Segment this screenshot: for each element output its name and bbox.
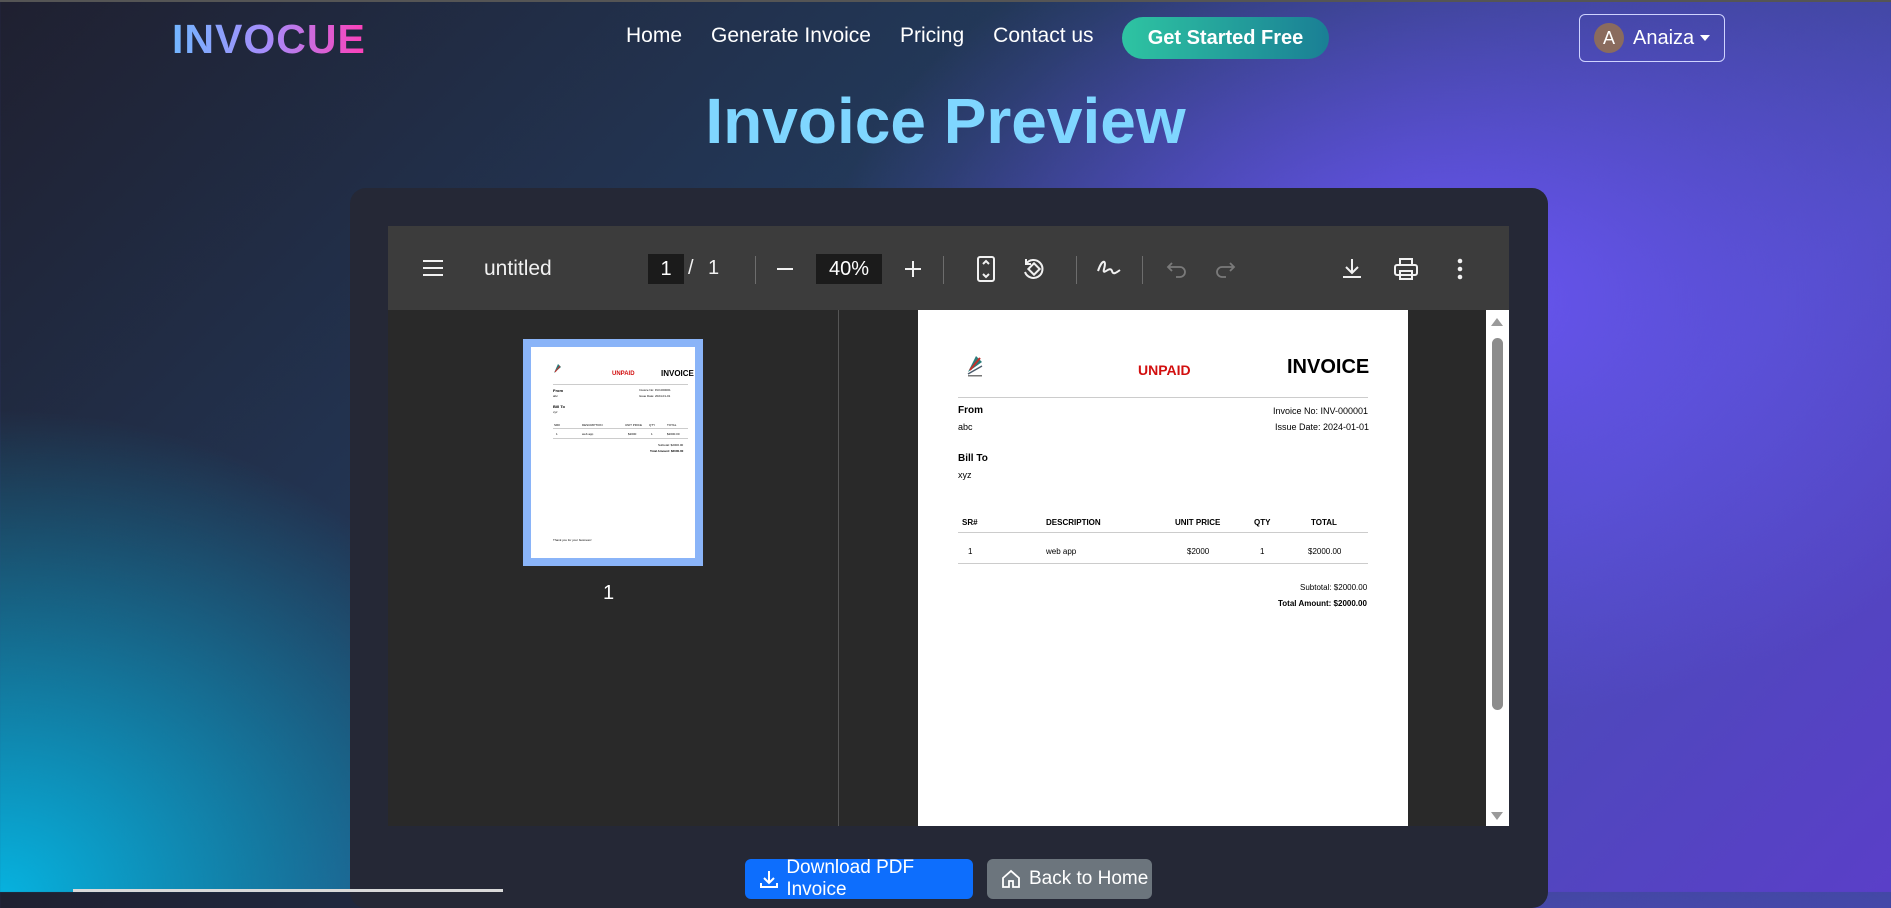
menu-icon[interactable]	[422, 258, 444, 278]
subtotal: Subtotal: $2000.00	[1300, 583, 1368, 592]
print-icon[interactable]	[1393, 257, 1419, 281]
user-menu-dropdown[interactable]: A Anaiza	[1579, 14, 1725, 62]
thumb-col-total: TOTAL	[667, 423, 677, 427]
thumbnail-sidebar: UNPAID INVOICE From Invoice No: INV-0000…	[388, 310, 839, 826]
col-qty: QTY	[1254, 518, 1271, 527]
download-pdf-label: Download PDF Invoice	[786, 857, 915, 900]
table-header-divider	[958, 532, 1368, 533]
thumb-subtotal: Subtotal: $2000.00	[658, 443, 684, 447]
thumb-invoice-no: Invoice No: INV-000001	[639, 388, 671, 392]
thumb-col-sr: SR#	[554, 423, 560, 427]
user-name: Anaiza	[1633, 26, 1695, 49]
vertical-scrollbar[interactable]	[1486, 310, 1509, 826]
scrollbar-thumb[interactable]	[1492, 338, 1503, 710]
page-thumbnail[interactable]: UNPAID INVOICE From Invoice No: INV-0000…	[523, 339, 703, 566]
thumb-bill-to-label: Bill To	[553, 404, 565, 409]
logo-icon	[554, 364, 561, 373]
zoom-out-icon[interactable]	[775, 259, 795, 279]
rotate-icon[interactable]	[1021, 256, 1047, 282]
nav-link-generate-invoice[interactable]: Generate Invoice	[711, 24, 871, 48]
annotate-icon[interactable]	[1096, 257, 1122, 281]
thumb-col-description: DESCRIPTION	[582, 423, 603, 427]
cell-qty: 1	[1260, 547, 1265, 556]
thumbnail-page-number: 1	[603, 582, 615, 604]
page-title: Invoice Preview	[705, 85, 1186, 157]
back-to-home-button[interactable]: Back to Home	[987, 859, 1152, 899]
thumb-issue-date: Issue Date: 2024-01-01	[639, 394, 671, 398]
fit-page-icon[interactable]	[976, 256, 996, 282]
scroll-up-icon[interactable]	[1491, 318, 1503, 326]
bill-to-value: xyz	[958, 470, 972, 480]
cell-unit-price: $2000	[1187, 547, 1210, 556]
from-value: abc	[958, 422, 973, 432]
navbar: INVOCUE Home Generate Invoice Pricing Co…	[0, 0, 1891, 72]
caret-down-icon	[1700, 35, 1711, 41]
col-unit-price: UNIT PRICE	[1175, 518, 1221, 527]
get-started-button[interactable]: Get Started Free	[1122, 17, 1329, 59]
nav-link-pricing[interactable]: Pricing	[900, 24, 964, 48]
thumb-cell-qty: 1	[651, 432, 653, 436]
cell-sr: 1	[968, 547, 973, 556]
thumb-total: Total Amount: $2000.00	[650, 449, 684, 453]
nav-link-contact[interactable]: Contact us	[993, 24, 1093, 48]
total-amount: Total Amount: $2000.00	[1278, 599, 1367, 608]
download-icon	[760, 871, 778, 888]
invoice-number: Invoice No: INV-000001	[1273, 406, 1369, 416]
page-number-input[interactable]: 1	[648, 254, 684, 284]
document-title: untitled	[484, 257, 552, 280]
pdf-main-area: UNPAID INVOICE From abc Invoice No: INV-…	[839, 310, 1509, 826]
toolbar-divider	[1076, 256, 1077, 284]
total-pages: 1	[708, 257, 720, 279]
thumb-col-qty: QTY	[649, 423, 656, 427]
from-label: From	[958, 405, 983, 416]
avatar: A	[1594, 23, 1624, 53]
col-description: DESCRIPTION	[1046, 518, 1101, 527]
page-separator: /	[688, 257, 694, 279]
thumb-heading: INVOICE	[661, 369, 694, 378]
brand-logo[interactable]: INVOCUE	[172, 16, 366, 63]
nav-link-home[interactable]: Home	[626, 24, 682, 48]
toolbar-divider	[755, 256, 756, 284]
thumb-status: UNPAID	[612, 371, 635, 377]
thumbnail-page: UNPAID INVOICE From Invoice No: INV-0000…	[531, 347, 695, 558]
thumb-cell-unit-price: $2000	[628, 432, 637, 436]
scroll-down-icon[interactable]	[1491, 812, 1503, 820]
bill-to-label: Bill To	[958, 453, 988, 464]
pdf-viewer: untitled 1 / 1 40% UNPAID INVOICE From I…	[388, 226, 1509, 826]
thumb-cell-sr: 1	[556, 432, 558, 436]
download-pdf-button[interactable]: Download PDF Invoice	[745, 857, 973, 900]
thumb-col-unit-price: UNIT PRICE	[625, 423, 642, 427]
table-bottom-divider	[958, 563, 1368, 564]
thumb-bill-to-value: xyz	[553, 410, 558, 414]
thumb-from-label: From	[553, 388, 563, 393]
cell-description: web app	[1046, 547, 1077, 556]
toolbar-divider	[1142, 256, 1143, 284]
nav-links: Home Generate Invoice Pricing Contact us	[626, 24, 1094, 48]
col-sr: SR#	[962, 518, 978, 527]
thumb-footer: Thank you for your business!	[553, 538, 592, 542]
divider	[958, 397, 1368, 398]
thumb-from-value: abc	[553, 394, 558, 398]
home-icon	[1002, 869, 1020, 888]
company-logo-icon	[967, 356, 983, 377]
undo-icon[interactable]	[1166, 259, 1188, 279]
toolbar-divider	[943, 256, 944, 284]
zoom-in-icon[interactable]	[903, 259, 923, 279]
cell-total: $2000.00	[1308, 547, 1342, 556]
col-total: TOTAL	[1311, 518, 1337, 527]
more-options-icon[interactable]	[1456, 257, 1464, 281]
back-to-home-label: Back to Home	[1029, 868, 1149, 889]
redo-icon[interactable]	[1214, 259, 1236, 279]
thumb-cell-description: web app	[582, 432, 594, 436]
thumb-cell-total: $2000.00	[667, 432, 680, 436]
download-icon[interactable]	[1341, 257, 1363, 281]
pdf-toolbar: untitled 1 / 1 40%	[388, 226, 1509, 310]
zoom-level-input[interactable]: 40%	[816, 254, 882, 284]
pdf-page: UNPAID INVOICE From abc Invoice No: INV-…	[918, 310, 1408, 826]
invoice-heading: INVOICE	[1287, 356, 1370, 378]
issue-date: Issue Date: 2024-01-01	[1275, 422, 1370, 432]
invoice-status: UNPAID	[1138, 362, 1191, 378]
